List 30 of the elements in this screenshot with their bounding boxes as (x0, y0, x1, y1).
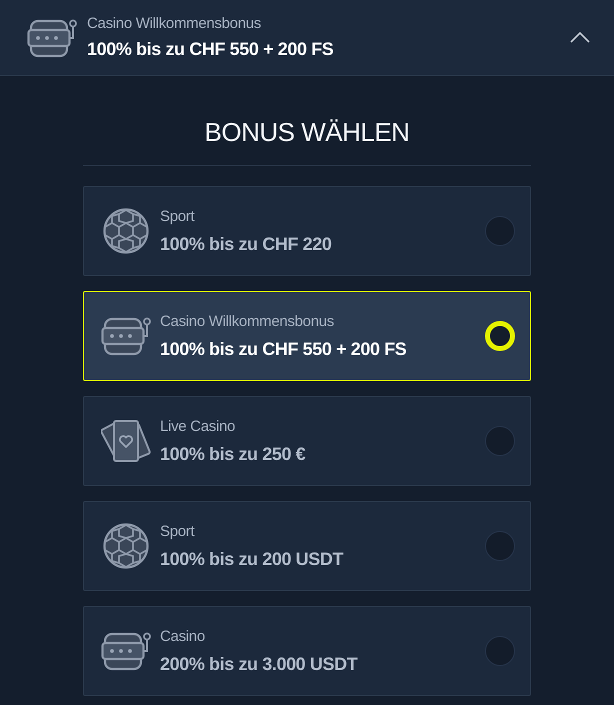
bonus-label: Casino Willkommensbonus (160, 312, 336, 330)
bonus-option-card[interactable]: Casino Willkommensbonus 100% bis zu CHF 550 + 200 FS (83, 291, 531, 381)
bonus-amount: 100% bis zu CHF 550 + 200 FS (87, 39, 334, 60)
slot-machine-icon (101, 631, 151, 671)
slot-machine-icon (101, 316, 151, 356)
bonus-label: Sport (160, 208, 196, 226)
slot-machine-icon (27, 18, 77, 58)
bonus-label: Live Casino (160, 418, 236, 436)
radio-button[interactable] (485, 531, 515, 561)
header-bar[interactable]: Casino Willkommensbonus 100% bis zu CHF 550 + 200 FS (0, 0, 614, 76)
radio-button[interactable] (485, 426, 515, 456)
bonus-label: Casino (160, 628, 206, 646)
bonus-amount: 200% bis zu 3.000 USDT (160, 654, 358, 674)
radio-button[interactable] (485, 216, 515, 246)
playing-cards-icon (101, 418, 151, 464)
bonus-amount: 100% bis zu CHF 220 (160, 234, 332, 254)
soccer-ball-icon (103, 523, 149, 569)
bonus-option-card[interactable]: Casino 200% bis zu 3.000 USDT (83, 606, 531, 696)
bonus-option-card[interactable]: Live Casino 100% bis zu 250 € (83, 396, 531, 486)
bonus-amount: 100% bis zu CHF 550 + 200 FS (160, 338, 408, 360)
bonus-amount: 100% bis zu 200 USDT (160, 548, 344, 570)
bonus-option-card[interactable]: Sport 100% bis zu 200 USDT (83, 501, 531, 591)
soccer-ball-icon (103, 208, 149, 254)
chevron-icon[interactable] (570, 32, 590, 43)
radio-button[interactable] (485, 636, 515, 666)
bonus-option-card[interactable]: Sport 100% bis zu CHF 220 (83, 186, 531, 276)
bonus-label: Sport (160, 522, 196, 540)
bonus-label: Casino Willkommensbonus (87, 15, 262, 33)
bonus-amount: 100% bis zu 250 € (160, 444, 306, 464)
section-title: BONUS WÄHLEN (204, 116, 410, 148)
